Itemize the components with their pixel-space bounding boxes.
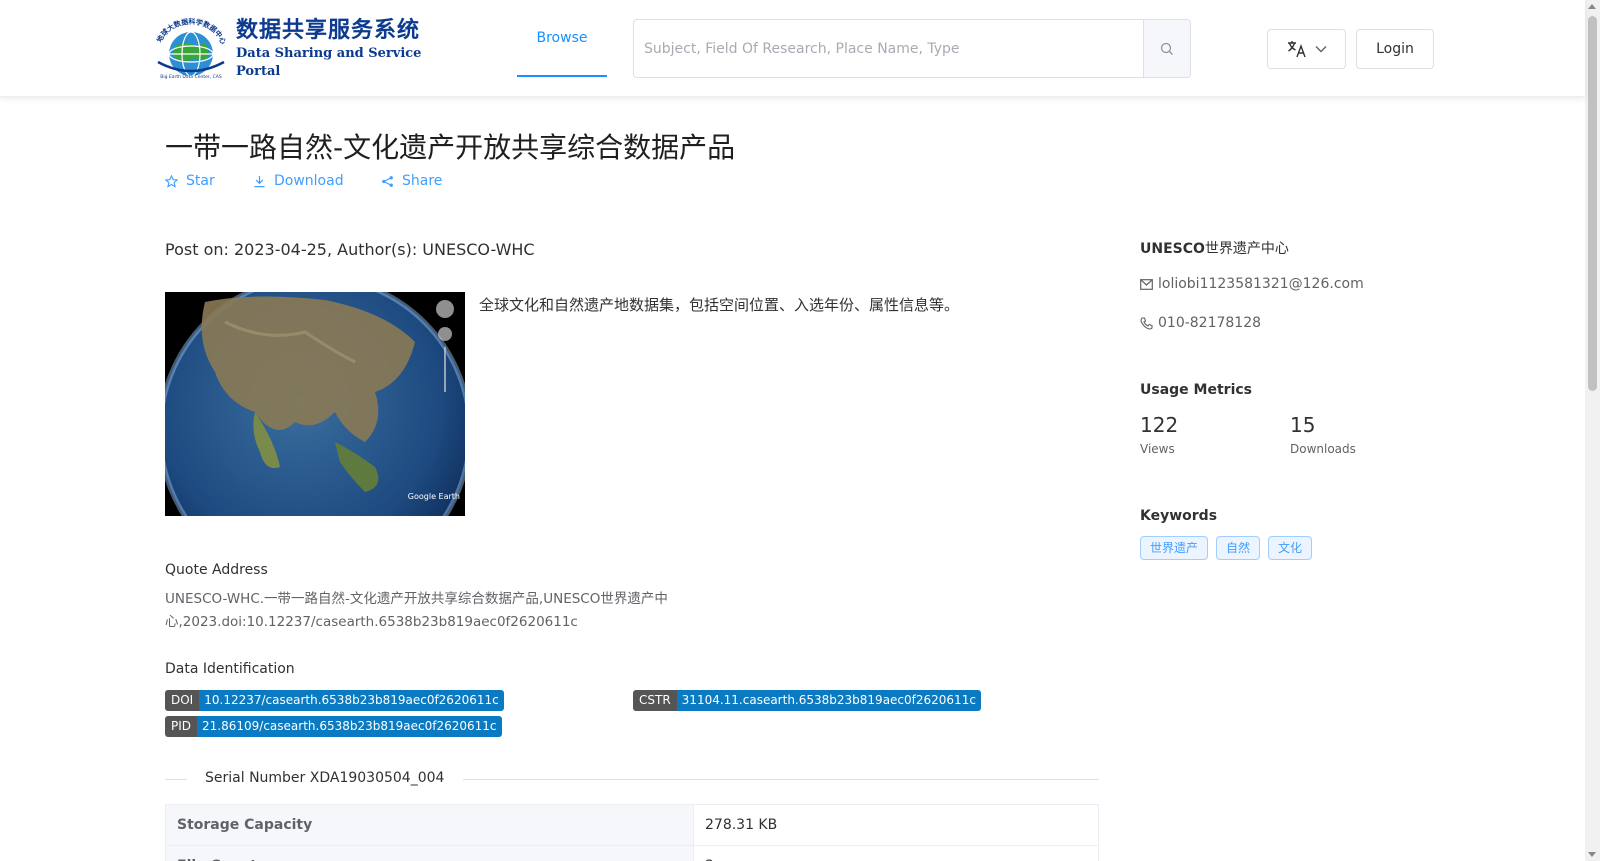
quote-heading: Quote Address bbox=[165, 562, 268, 578]
mail-icon bbox=[1140, 278, 1153, 290]
dataset-title: 一带一路自然-文化遗产开放共享综合数据产品 bbox=[165, 131, 736, 164]
views-label: Views bbox=[1140, 442, 1175, 456]
contact-email[interactable]: loliobi1123581321@126.com bbox=[1140, 276, 1364, 292]
table-row: Storage Capacity 278.31 KB bbox=[165, 804, 1099, 846]
email-text: loliobi1123581321@126.com bbox=[1158, 276, 1364, 292]
contact-phone: 010-82178128 bbox=[1140, 315, 1261, 331]
search-button[interactable] bbox=[1143, 20, 1190, 77]
star-button[interactable]: Star bbox=[165, 173, 253, 189]
search-icon bbox=[1160, 42, 1173, 55]
phone-text: 010-82178128 bbox=[1158, 315, 1262, 331]
downloads-count: 15 bbox=[1290, 413, 1316, 437]
organization-bold: UNESCO bbox=[1140, 241, 1205, 257]
cstr-key: CSTR bbox=[633, 690, 677, 711]
quote-text: UNESCO-WHC.一带一路自然-文化遗产开放共享综合数据产品,UNESCO世… bbox=[165, 591, 668, 630]
globe-logo-icon: 地球大数据科学数据中心 Big Earth Data Center, CAS bbox=[152, 17, 230, 80]
table-value: 3 bbox=[693, 845, 1099, 861]
translate-icon bbox=[1287, 41, 1306, 58]
dataset-description: 全球文化和自然遗产地数据集，包括空间位置、入选年份、属性信息等。 bbox=[479, 296, 960, 314]
share-icon bbox=[382, 175, 393, 187]
nav-browse-tab[interactable]: Browse bbox=[517, 0, 607, 77]
doi-key: DOI bbox=[165, 690, 200, 711]
table-key: File Count bbox=[165, 845, 694, 861]
pid-badge[interactable]: PID 21.86109/casearth.6538b23b819aec0f26… bbox=[165, 716, 502, 737]
search-input[interactable] bbox=[634, 20, 1143, 77]
dataset-thumbnail: Google Earth bbox=[165, 292, 465, 516]
download-label: Download bbox=[274, 173, 344, 189]
search-box bbox=[633, 19, 1191, 78]
star-icon bbox=[165, 174, 178, 188]
keyword-tag[interactable]: 文化 bbox=[1268, 536, 1313, 560]
organization-name: UNESCO世界遗产中心 bbox=[1140, 238, 1289, 258]
language-switch-button[interactable] bbox=[1267, 29, 1346, 69]
dataset-info-table: Storage Capacity 278.31 KB File Count 3 bbox=[165, 804, 1099, 861]
keyword-tag[interactable]: 自然 bbox=[1216, 536, 1261, 560]
views-count: 122 bbox=[1140, 413, 1179, 437]
doi-value: 10.12237/casearth.6538b23b819aec0f262061… bbox=[199, 690, 504, 711]
cstr-value: 31104.11.casearth.6538b23b819aec0f262061… bbox=[676, 690, 981, 711]
logo-cn-title: 数据共享服务系统 bbox=[236, 18, 421, 43]
cstr-badge[interactable]: CSTR 31104.11.casearth.6538b23b819aec0f2… bbox=[633, 690, 981, 711]
pid-key: PID bbox=[165, 716, 198, 737]
downloads-label: Downloads bbox=[1290, 442, 1356, 456]
scrollbar-thumb[interactable] bbox=[1588, 16, 1597, 391]
organization-rest: 世界遗产中心 bbox=[1204, 241, 1289, 257]
serial-divider: Serial Number XDA19030504_004 bbox=[165, 770, 1099, 788]
post-info: Post on: 2023-04-25, Author(s): UNESCO-W… bbox=[165, 240, 535, 259]
svg-text:Google Earth: Google Earth bbox=[408, 492, 460, 501]
pid-value: 21.86109/casearth.6538b23b819aec0f262061… bbox=[197, 716, 502, 737]
table-value: 278.31 KB bbox=[693, 804, 1099, 846]
keywords-list: 世界遗产 自然 文化 bbox=[1140, 536, 1313, 560]
svg-text:Big Earth Data Center, CAS: Big Earth Data Center, CAS bbox=[160, 74, 222, 80]
download-icon bbox=[254, 175, 265, 187]
share-label: Share bbox=[402, 173, 443, 189]
downloads-metric: 15 Downloads bbox=[1290, 412, 1356, 456]
table-row: File Count 3 bbox=[165, 845, 1099, 861]
table-key: Storage Capacity bbox=[165, 804, 694, 846]
star-label: Star bbox=[186, 173, 215, 189]
download-button[interactable]: Download bbox=[253, 173, 381, 189]
data-identification-heading: Data Identification bbox=[165, 661, 295, 677]
chevron-down-icon bbox=[1315, 46, 1326, 53]
page-scrollbar[interactable] bbox=[1585, 0, 1600, 861]
keyword-tag[interactable]: 世界遗产 bbox=[1140, 536, 1209, 560]
top-header: 地球大数据科学数据中心 Big Earth Data Center, CAS 数… bbox=[0, 0, 1585, 97]
phone-icon bbox=[1140, 316, 1153, 330]
dataset-actions: Star Download Share bbox=[165, 173, 442, 189]
keywords-heading: Keywords bbox=[1140, 508, 1218, 524]
site-logo[interactable]: 地球大数据科学数据中心 Big Earth Data Center, CAS 数… bbox=[152, 17, 442, 80]
share-button[interactable]: Share bbox=[381, 173, 442, 189]
scroll-up-icon[interactable] bbox=[1588, 4, 1596, 9]
doi-badge[interactable]: DOI 10.12237/casearth.6538b23b819aec0f26… bbox=[165, 690, 504, 711]
logo-en-title: Data Sharing and Service Portal bbox=[236, 46, 422, 79]
views-metric: 122 Views bbox=[1140, 412, 1178, 456]
scroll-down-icon[interactable] bbox=[1588, 852, 1596, 857]
usage-metrics-heading: Usage Metrics bbox=[1140, 382, 1252, 398]
login-button[interactable]: Login bbox=[1356, 29, 1434, 69]
serial-number: Serial Number XDA19030504_004 bbox=[205, 770, 445, 786]
